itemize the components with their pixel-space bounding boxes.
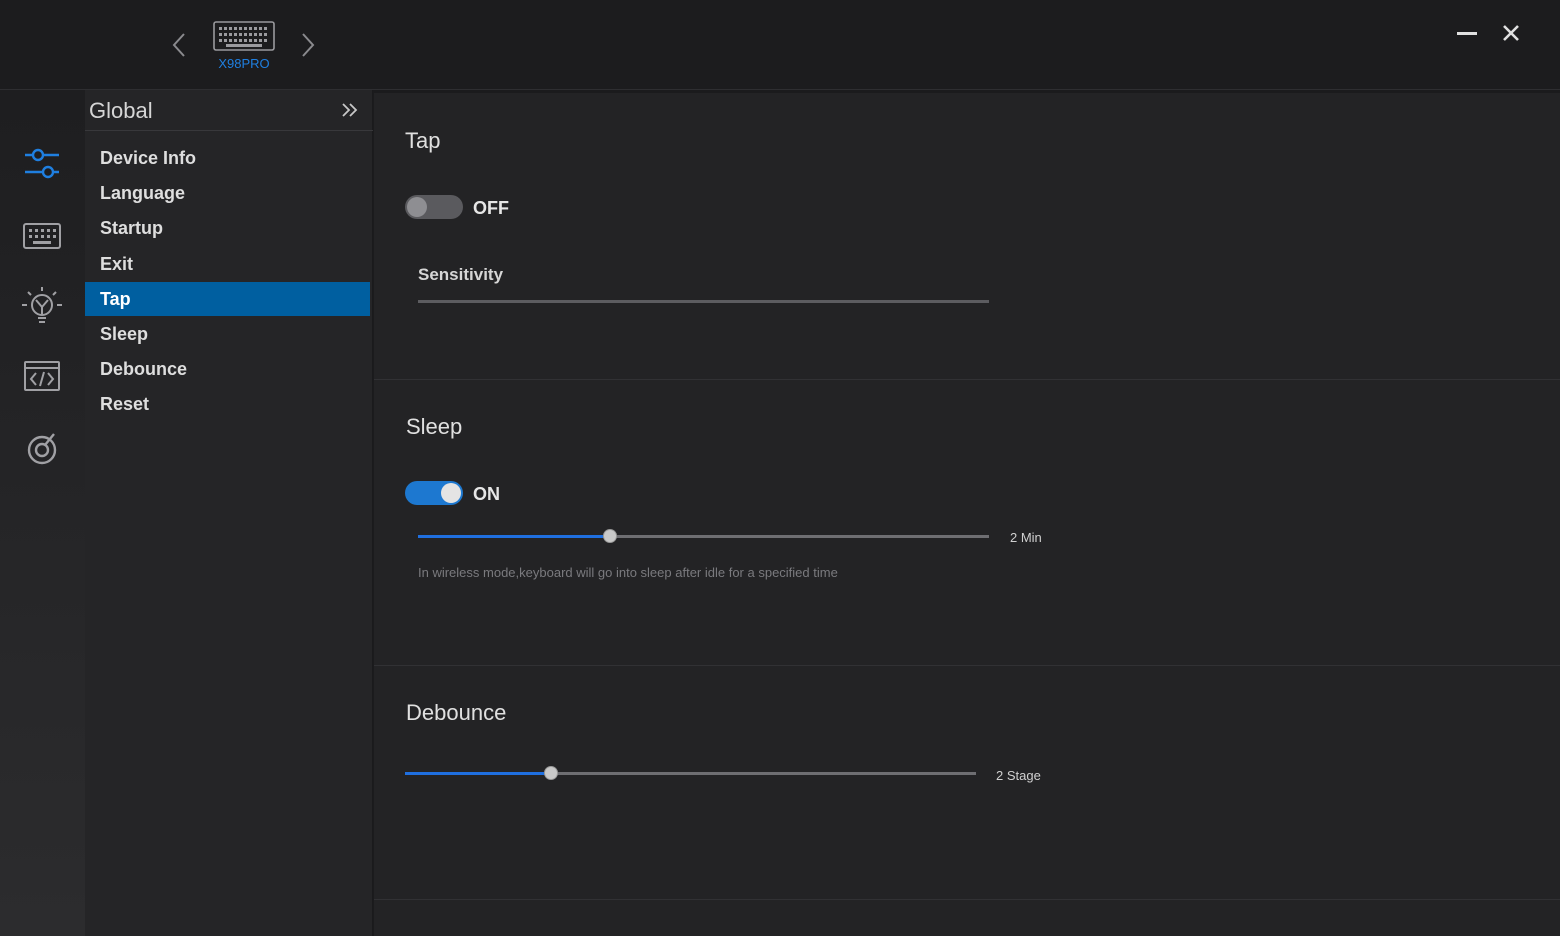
menu-item-sleep[interactable]: Sleep bbox=[85, 317, 370, 351]
settings-content: Tap OFF Sensitivity Sleep ON 2 Min In wi… bbox=[374, 93, 1560, 936]
sleep-section: Sleep ON 2 Min In wireless mode,keyboard… bbox=[374, 380, 1560, 666]
keyboard-device-icon bbox=[213, 21, 275, 51]
debounce-value: 2 Stage bbox=[996, 768, 1041, 783]
sleep-toggle[interactable] bbox=[405, 481, 463, 505]
lighting-tab[interactable] bbox=[18, 282, 66, 330]
debounce-slider[interactable] bbox=[405, 766, 976, 780]
menu-item-language[interactable]: Language bbox=[85, 176, 370, 210]
settings-sliders-icon bbox=[25, 148, 59, 179]
about-icon bbox=[27, 433, 57, 465]
device-name: X98PRO bbox=[218, 56, 270, 71]
device-selector[interactable]: X98PRO bbox=[208, 20, 280, 76]
close-icon bbox=[1503, 25, 1519, 41]
keys-tab[interactable] bbox=[18, 212, 66, 260]
sleep-hint: In wireless mode,keyboard will go into s… bbox=[418, 565, 838, 580]
menu-item-tap[interactable]: Tap bbox=[85, 282, 370, 316]
next-device-button[interactable] bbox=[296, 30, 320, 60]
tap-toggle[interactable] bbox=[405, 195, 463, 219]
menu-item-debounce[interactable]: Debounce bbox=[85, 352, 370, 386]
minimize-icon bbox=[1457, 32, 1477, 35]
menu-header: Global bbox=[85, 90, 373, 131]
menu-title: Global bbox=[89, 98, 153, 123]
toggle-knob bbox=[441, 483, 461, 503]
global-settings-tab[interactable] bbox=[18, 140, 66, 188]
keyboard-icon bbox=[23, 223, 61, 249]
icon-sidebar bbox=[0, 90, 85, 936]
toggle-knob bbox=[407, 197, 427, 217]
tap-title: Tap bbox=[405, 128, 441, 153]
sleep-slider-fill bbox=[418, 535, 611, 538]
lighting-icon bbox=[22, 287, 62, 323]
debounce-slider-thumb[interactable] bbox=[543, 766, 558, 780]
sensitivity-slider bbox=[418, 300, 989, 303]
menu-item-reset[interactable]: Reset bbox=[85, 387, 370, 421]
sleep-title: Sleep bbox=[406, 414, 463, 439]
sensitivity-label: Sensitivity bbox=[418, 265, 504, 284]
close-button[interactable] bbox=[1498, 20, 1524, 46]
sleep-slider-thumb[interactable] bbox=[603, 529, 618, 543]
sleep-value: 2 Min bbox=[1010, 530, 1042, 545]
menu-item-startup[interactable]: Startup bbox=[85, 211, 370, 245]
settings-menu: Global Device Info Language Startup Exit… bbox=[85, 90, 373, 936]
macro-tab[interactable] bbox=[18, 352, 66, 400]
menu-item-exit[interactable]: Exit bbox=[85, 247, 370, 281]
minimize-button[interactable] bbox=[1454, 20, 1480, 46]
debounce-title: Debounce bbox=[406, 700, 507, 725]
macro-code-icon bbox=[24, 361, 60, 391]
prev-device-button[interactable] bbox=[167, 30, 191, 60]
sleep-slider[interactable] bbox=[418, 529, 989, 543]
debounce-slider-fill bbox=[405, 772, 551, 775]
double-chevron-right-icon bbox=[342, 103, 358, 117]
chevron-right-icon bbox=[302, 33, 315, 57]
tap-section: Tap OFF Sensitivity bbox=[374, 93, 1560, 380]
debounce-section: Debounce 2 Stage bbox=[374, 666, 1560, 900]
collapse-menu-button[interactable] bbox=[339, 99, 361, 121]
chevron-left-icon bbox=[172, 33, 185, 57]
about-tab[interactable] bbox=[18, 424, 66, 472]
menu-item-device-info[interactable]: Device Info bbox=[85, 141, 370, 175]
title-bar: X98PRO bbox=[0, 0, 1560, 90]
tap-toggle-label: OFF bbox=[473, 198, 509, 218]
sleep-toggle-label: ON bbox=[473, 484, 500, 504]
